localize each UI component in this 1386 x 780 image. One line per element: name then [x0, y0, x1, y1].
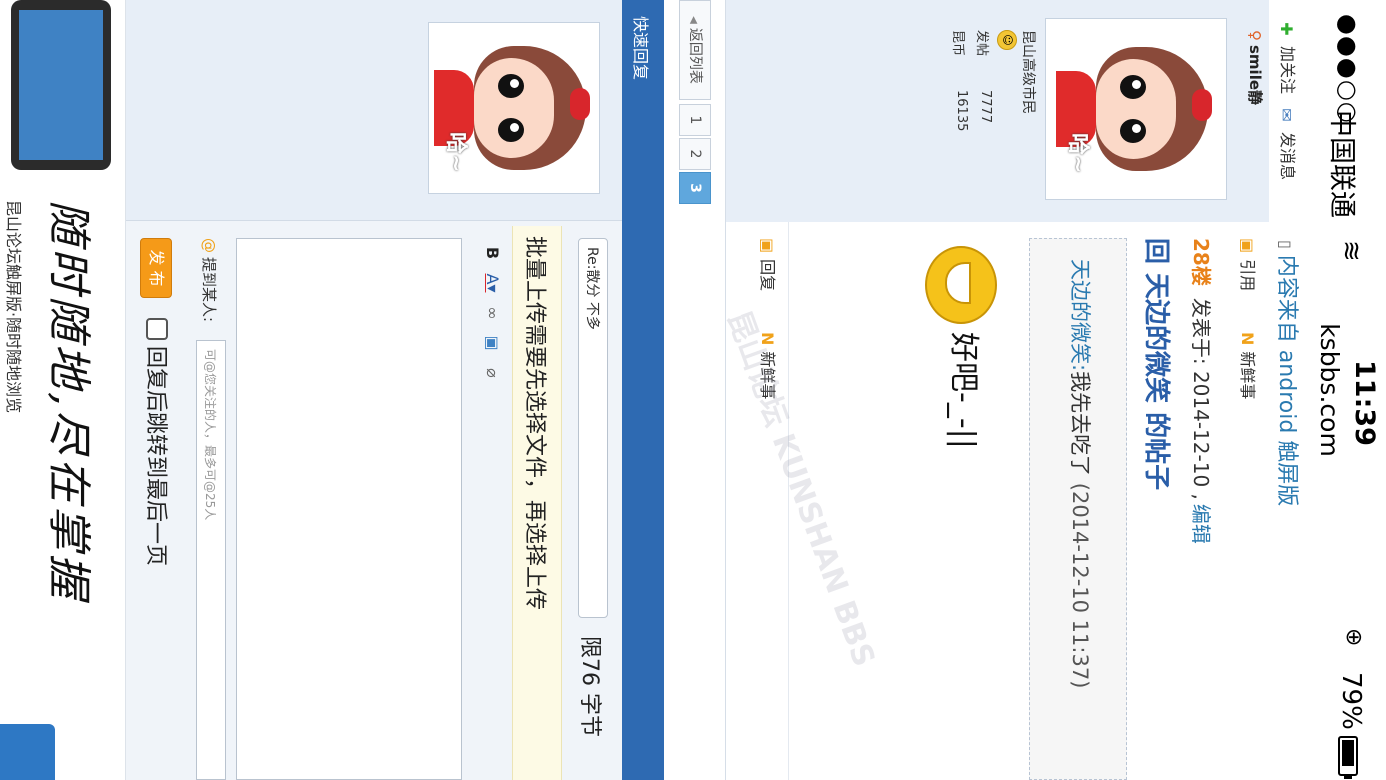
- author-rank: 昆山高级市民: [1020, 30, 1036, 114]
- rotated-page: ●●●○○ 中国联通 ≋ 11:39 ksbbs.com ⊕ 79% ✚ 加关注 …: [0, 0, 1386, 780]
- reply-user-column: 哈~: [126, 0, 622, 221]
- pagination: ◀返回列表 1 2 3: [663, 0, 726, 780]
- phone-illustration: [11, 0, 111, 170]
- emoticon-image: [921, 240, 1007, 326]
- signal-icon: ●●●○○: [1334, 14, 1362, 124]
- subject-input[interactable]: Re:散分 不多: [578, 238, 608, 618]
- author-posts: 发帖 7777: [974, 30, 993, 124]
- reply-action[interactable]: ▣回复: [757, 238, 781, 291]
- follow-label: 加关注: [1278, 46, 1297, 95]
- author-column: ♀smile静 哈~ 昆山高级市民 ☺ 发帖 7777 昆币 16135: [726, 0, 1269, 223]
- promo-accent: [0, 724, 55, 780]
- quote-text: 天边的微笑:我先去吃了 (2014-12-10 11:37): [1068, 259, 1092, 689]
- page-1[interactable]: 1: [679, 104, 711, 136]
- promo-banner[interactable]: 随时随地,尽在掌握 昆山论坛触屏版·随时随地浏览: [0, 0, 126, 780]
- envelope-icon: ✉: [1277, 108, 1297, 122]
- follow-button[interactable]: ✚ 加关注: [1277, 20, 1301, 94]
- upload-notice-text: 批量上传需要先选择文件，再选择上传: [522, 236, 547, 611]
- promo-slogan: 随时随地,尽在掌握: [43, 200, 94, 602]
- font-color-icon[interactable]: A▾: [483, 268, 502, 298]
- message-label: 发消息: [1278, 132, 1297, 181]
- mention-label: @提到某人:: [200, 238, 218, 323]
- quote-author[interactable]: 天边的微笑:: [1068, 259, 1092, 371]
- at-icon: @: [200, 238, 218, 253]
- bold-icon[interactable]: B: [483, 238, 502, 268]
- page-3-current[interactable]: 3: [679, 172, 711, 204]
- post-title: 回 天边的微笑 的帖子: [1141, 238, 1171, 491]
- carrier-label: 中国联通: [1326, 110, 1357, 218]
- editor-toolbar: BA▾∞▣⌀: [476, 238, 502, 388]
- battery-percent: 79%: [1336, 672, 1366, 730]
- gender-icon: ♀: [1246, 30, 1264, 41]
- reply-textarea[interactable]: [236, 238, 462, 780]
- message-button[interactable]: ✉ 发消息: [1277, 106, 1301, 180]
- clock: 11:39: [1349, 360, 1380, 446]
- rotation-lock-icon: ⊕: [1341, 628, 1366, 647]
- upload-notice: 批量上传需要先选择文件，再选择上传: [512, 226, 562, 780]
- edit-link[interactable]: 编辑: [1189, 504, 1213, 544]
- char-limit: 限76 字节: [577, 636, 602, 737]
- battery-icon: [1338, 736, 1358, 779]
- jump-to-last-checkbox[interactable]: [146, 318, 168, 340]
- floor-line: 28楼发表于: 2014-12-10 , 编辑: [1188, 238, 1217, 544]
- quick-reply-header: 快速回复: [622, 0, 664, 780]
- quick-reply-title: 快速回复: [631, 16, 650, 81]
- jump-to-last-label: 回复后跳转到最后一页: [143, 346, 168, 567]
- attachment-icon[interactable]: ⌀: [483, 358, 502, 388]
- reply-avatar: 哈~: [428, 22, 600, 194]
- status-bar: ●●●○○ 中国联通 ≋ 11:39 ksbbs.com ⊕ 79%: [1311, 0, 1386, 780]
- mention-input[interactable]: 可@您关注的人，最多可@25人: [196, 340, 226, 780]
- author-coins: 昆币 16135: [950, 30, 969, 132]
- quote-action[interactable]: ▣引用: [1237, 238, 1261, 291]
- author-name[interactable]: ♀smile静: [1245, 30, 1266, 105]
- image-icon[interactable]: ▣: [483, 328, 502, 358]
- news-action-top[interactable]: N新鲜事: [1237, 332, 1261, 399]
- reply-icon: ▣: [758, 238, 777, 254]
- author-avatar[interactable]: 哈~: [1045, 18, 1227, 200]
- speech-bubble-icon: ▣: [1238, 238, 1257, 254]
- plus-icon: ✚: [1277, 22, 1297, 36]
- link-icon[interactable]: ∞: [483, 298, 502, 328]
- avatar-image: 哈~: [1056, 29, 1216, 189]
- phone-icon: ▯: [1276, 240, 1295, 249]
- back-to-list-button[interactable]: ◀返回列表: [679, 0, 711, 100]
- smiley-icon: ☺: [997, 30, 1017, 50]
- quick-reply: 快速回复 哈~ Re:散分 不多 限76 字节 批量上传需要先选择文件，再选择上…: [126, 0, 664, 780]
- address-bar[interactable]: ksbbs.com: [1315, 310, 1344, 470]
- promo-subtitle: 昆山论坛触屏版·随时随地浏览: [4, 200, 23, 414]
- post-block: ✚ 加关注 ✉ 发消息 ▯内容来自 android 触屏版 ♀smile静 哈~ 昆…: [726, 0, 1311, 780]
- page-2[interactable]: 2: [679, 138, 711, 170]
- caret-left-icon: ◀: [688, 16, 699, 24]
- avatar-image: 哈~: [434, 28, 594, 188]
- source-label: ▯内容来自 android 触屏版: [1274, 240, 1299, 507]
- post-toolbar: ✚ 加关注 ✉ 发消息 ▯内容来自 android 触屏版: [1268, 0, 1311, 780]
- posted-at: 发表于: 2014-12-10 ,: [1189, 297, 1213, 500]
- post-body: 好吧-_-||: [946, 332, 981, 449]
- wifi-icon: ≋: [1336, 240, 1366, 262]
- quote-box: 天边的微笑:我先去吃了 (2014-12-10 11:37): [1029, 238, 1127, 780]
- floor-number: 28楼: [1189, 238, 1213, 286]
- n-badge-icon: N: [1238, 332, 1257, 346]
- publish-button[interactable]: 发 布: [140, 238, 172, 298]
